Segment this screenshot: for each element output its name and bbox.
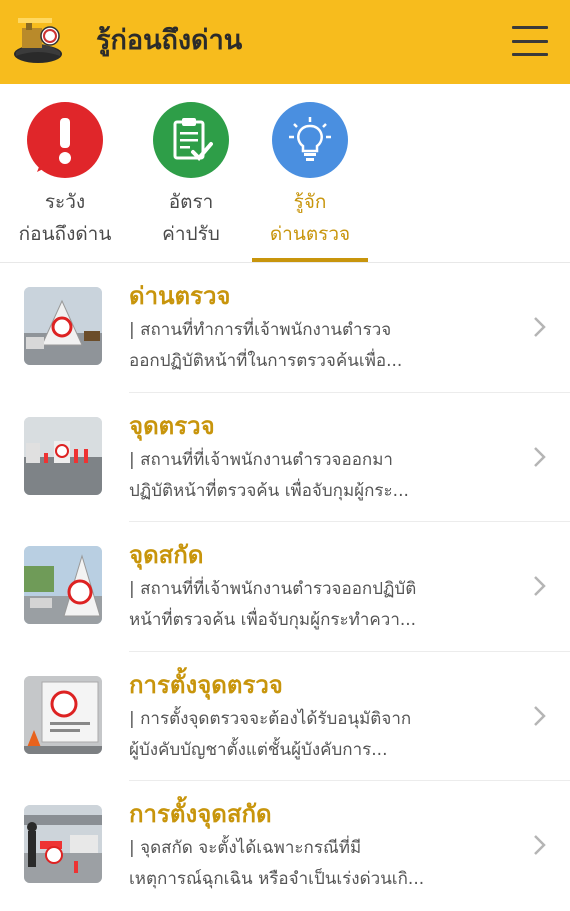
item-title: จุดสกัด (129, 541, 204, 569)
chevron-right-icon (534, 576, 546, 596)
list-item[interactable]: การตั้งจุดตรวจ | การตั้งจุดตรวจจะต้องได้… (0, 652, 570, 781)
item-description: | การตั้งจุดตรวจจะต้องได้รับอนุมัติจาก ผ… (129, 708, 412, 760)
list-item[interactable]: จุดสกัด | สถานที่ที่เจ้าพนักงานตำรวจออกป… (0, 522, 570, 652)
checkpoint-info-list: ด่านตรวจ | สถานที่ทำการที่เจ้าพนักงานตำร… (0, 263, 570, 911)
chevron-right-icon (534, 705, 546, 726)
tab-know-checkpoints[interactable]: รู้จัก ด่านตรวจ (250, 84, 370, 262)
highway-police-logo-icon (12, 14, 64, 66)
item-description: | สถานที่ทำการที่เจ้าพนักงานตำรวจ ออกปฏิ… (129, 320, 403, 371)
item-description: | สถานที่ที่เจ้าพนักงานตำรวจออกปฏิบัติ ห… (129, 579, 417, 630)
app-title: รู้ก่อนถึงด่าน (96, 25, 243, 56)
checkpoint-photo (24, 805, 102, 883)
tab-beware-before-checkpoint[interactable]: ระวัง ก่อนถึงด่าน (5, 84, 125, 262)
app-bar: รู้ก่อนถึงด่าน (0, 0, 570, 84)
list-item[interactable]: ด่านตรวจ | สถานที่ทำการที่เจ้าพนักงานตำร… (0, 263, 570, 393)
checkpoint-photo (24, 546, 102, 624)
chevron-right-icon (534, 317, 546, 337)
category-tabs: ระวัง ก่อนถึงด่าน อัตรา ค่าปรับ รู้จัก ด… (0, 84, 570, 262)
hamburger-menu-icon[interactable] (512, 26, 550, 56)
item-title: จุดตรวจ (129, 411, 215, 440)
lightbulb-icon (272, 102, 348, 178)
tab-label: ระวัง ก่อนถึงด่าน (18, 191, 112, 245)
tab-label: รู้จัก ด่านตรวจ (269, 191, 351, 245)
item-description: | จุดสกัด จะตั้งได้เฉพาะกรณีที่มี เหตุกา… (129, 838, 425, 889)
checkpoint-photo (24, 416, 102, 495)
exclamation-icon (27, 102, 103, 178)
checkpoint-photo (24, 287, 102, 365)
tab-label: อัตรา ค่าปรับ (162, 191, 220, 245)
item-title: ด่านตรวจ (129, 282, 231, 310)
list-item[interactable]: การตั้งจุดสกัด | จุดสกัด จะตั้งได้เฉพาะก… (0, 781, 570, 911)
checkpoint-photo (24, 675, 102, 754)
list-item[interactable]: จุดตรวจ | สถานที่ที่เจ้าพนักงานตำรวจออกม… (0, 393, 570, 522)
item-description: | สถานที่ที่เจ้าพนักงานตำรวจออกมา ปฏิบัต… (129, 449, 409, 501)
item-title: การตั้งจุดสกัด (129, 800, 272, 828)
item-title: การตั้งจุดตรวจ (129, 670, 283, 699)
clipboard-check-icon (153, 102, 229, 178)
tab-fine-rates[interactable]: อัตรา ค่าปรับ (131, 84, 251, 262)
chevron-right-icon (534, 446, 546, 467)
chevron-right-icon (534, 835, 546, 855)
